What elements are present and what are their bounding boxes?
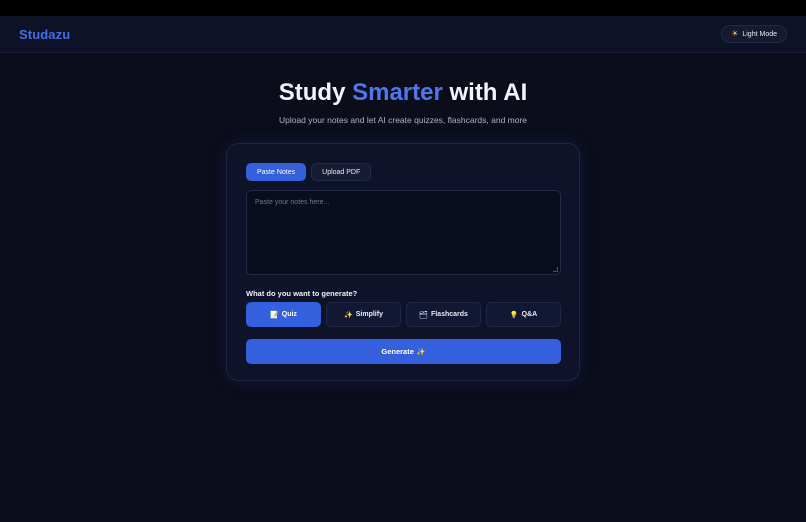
light-mode-label: Light Mode (742, 30, 777, 38)
sparkles-icon: ✨ (344, 311, 353, 319)
page-title: Study Smarter with AI (0, 79, 806, 107)
option-simplify-button[interactable]: ✨ Simplify (326, 302, 401, 327)
generate-options: 📝 Quiz ✨ Simplify 🗂 Flashcards 💡 Q&A (246, 302, 561, 327)
option-label: Quiz (281, 311, 297, 318)
option-quiz-button[interactable]: 📝 Quiz (246, 302, 321, 327)
brand-logo[interactable]: Studazu (19, 27, 70, 42)
page-subtitle: Upload your notes and let AI create quiz… (278, 115, 528, 125)
generate-button[interactable]: Generate ✨ (246, 339, 561, 364)
card-index-icon: 🗂 (419, 311, 428, 319)
light-mode-toggle[interactable]: ☀ Light Mode (721, 25, 787, 43)
option-label: Flashcards (430, 311, 468, 318)
title-pre: Study (278, 79, 353, 106)
lightbulb-icon: 💡 (509, 311, 519, 319)
title-accent: Smarter (352, 79, 443, 106)
title-post: with AI (442, 79, 528, 106)
resize-handle-icon[interactable] (553, 267, 558, 272)
option-flashcards-button[interactable]: 🗂 Flashcards (406, 302, 481, 327)
generate-label: Generate (381, 347, 414, 356)
option-label: Simplify (355, 311, 383, 318)
notes-placeholder: Paste your notes here... (255, 199, 330, 206)
option-label: Q&A (521, 311, 538, 318)
memo-icon: 📝 (270, 311, 279, 319)
notes-textarea[interactable]: Paste your notes here... (246, 190, 561, 275)
option-qa-button[interactable]: 💡 Q&A (486, 302, 561, 327)
tab-upload-pdf[interactable]: Upload PDF (311, 163, 372, 181)
top-black-bar (0, 0, 806, 16)
navbar: Studazu ☀ Light Mode (0, 16, 806, 53)
tab-paste-notes[interactable]: Paste Notes (246, 163, 307, 181)
input-tabs: Paste Notes Upload PDF (246, 163, 372, 181)
generator-card: Paste Notes Upload PDF Paste your notes … (226, 143, 580, 381)
sun-icon: ☀ (731, 29, 739, 38)
generate-options-label: What do you want to generate? (246, 289, 358, 298)
sparkles-icon: ✨ (416, 348, 426, 356)
